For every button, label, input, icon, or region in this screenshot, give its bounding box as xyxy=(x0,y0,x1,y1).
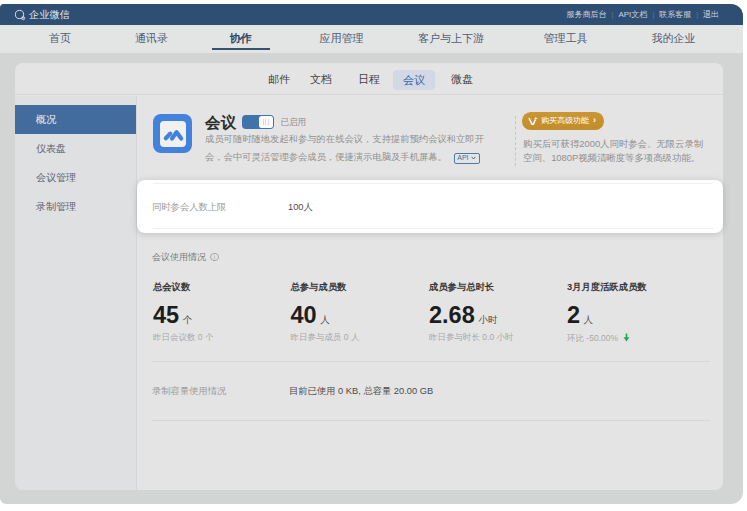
admin-window: 企业微信 服务商后台 | API文档 | 联系客服 | 退出 首页 通讯录 协作… xyxy=(0,4,743,504)
nav-item-company[interactable]: 我的企业 xyxy=(652,32,696,44)
topbar-link-api-docs[interactable]: API文档 xyxy=(618,9,647,20)
stat-value: 2 xyxy=(567,302,580,328)
stat-number-row: 2人 xyxy=(567,303,593,327)
feature-tabs: 邮件 文档 日程 会议 微盘 xyxy=(15,63,723,95)
tab-docs[interactable]: 文档 xyxy=(310,74,332,85)
topbar-separator: | xyxy=(652,11,654,18)
stat-total-meetings: 总会议数 45个 昨日会议数 0 个 xyxy=(153,282,285,292)
stat-number-row: 40人 xyxy=(291,303,330,327)
nav-item-customers[interactable]: 客户与上下游 xyxy=(418,32,484,44)
app-status-label: 已启用 xyxy=(281,118,307,127)
brand: 企业微信 xyxy=(14,4,70,25)
stat-value: 40 xyxy=(291,302,317,328)
section-divider xyxy=(152,420,710,421)
toggle-knob xyxy=(259,116,273,128)
sidebar-item-meeting-mgmt[interactable]: 会议管理 xyxy=(15,163,136,192)
stat-monthly-active: 3月月度活跃成员数 2人 环比 -50.00% xyxy=(567,282,699,292)
screenshot-stage: 企业微信 服务商后台 | API文档 | 联系客服 | 退出 首页 通讯录 协作… xyxy=(0,0,747,511)
stat-label: 总会议数 xyxy=(153,282,285,292)
stat-value: 2.68 xyxy=(429,302,475,328)
chevron-right-icon: › xyxy=(593,116,596,125)
tab-mail[interactable]: 邮件 xyxy=(268,74,290,85)
sidebar-spacer xyxy=(15,96,136,105)
usage-section-title: 会议使用情况 i xyxy=(152,252,219,262)
premium-description: 购买后可获得2000人同时参会、无限云录制 空间、1080P视频清晰度等多项高级… xyxy=(523,137,723,166)
nav-item-tools[interactable]: 管理工具 xyxy=(544,32,588,44)
buy-premium-button[interactable]: 购买高级功能 › xyxy=(522,112,604,130)
topbar-link-logout[interactable]: 退出 xyxy=(703,9,719,20)
meeting-glyph-icon xyxy=(153,114,192,153)
stat-unit: 人 xyxy=(584,314,594,325)
section-divider xyxy=(152,361,710,362)
usage-title-text: 会议使用情况 xyxy=(152,252,206,262)
api-dropdown-button[interactable]: API xyxy=(454,153,480,164)
row-bottom-border-line xyxy=(153,228,713,229)
stat-label: 3月月度活跃成员数 xyxy=(567,282,699,292)
limit-row-label: 同时参会人数上限 xyxy=(152,202,226,212)
meeting-app-icon xyxy=(153,114,192,153)
limit-row-value: 100人 xyxy=(288,202,313,212)
topbar-link-provider[interactable]: 服务商后台 xyxy=(567,9,607,20)
stat-unit: 个 xyxy=(183,314,193,325)
api-button-label: API xyxy=(457,154,468,161)
sidebar: 概况 仪表盘 会议管理 录制管理 xyxy=(15,96,137,490)
info-icon[interactable]: i xyxy=(210,253,219,262)
brand-name: 企业微信 xyxy=(29,8,70,22)
nav-item-collaboration[interactable]: 协作 xyxy=(230,32,252,44)
stat-label: 成员参与总时长 xyxy=(429,282,561,292)
stat-unit: 小时 xyxy=(478,314,497,325)
topbar-link-support[interactable]: 联系客服 xyxy=(659,9,691,20)
stat-value: 45 xyxy=(153,302,179,328)
stat-number-row: 45 个 xyxy=(153,303,192,327)
tab-calendar[interactable]: 日程 xyxy=(358,74,380,85)
tab-meeting[interactable]: 会议 xyxy=(393,70,435,90)
tab-drive[interactable]: 微盘 xyxy=(451,74,473,85)
stat-number-row: 2.68小时 xyxy=(429,303,497,327)
sidebar-item-dashboard[interactable]: 仪表盘 xyxy=(15,134,136,163)
wework-logo-icon xyxy=(14,9,26,21)
vertical-dashed-divider xyxy=(515,116,516,166)
premium-v-icon xyxy=(528,116,538,126)
content-panel: 邮件 文档 日程 会议 微盘 概况 仪表盘 会议管理 录制管理 xyxy=(15,63,723,490)
topbar-links: 服务商后台 | API文档 | 联系客服 | 退出 xyxy=(567,4,719,25)
sidebar-item-recording-mgmt[interactable]: 录制管理 xyxy=(15,192,136,221)
stat-sub: 昨日会议数 0 个 xyxy=(153,333,213,342)
buy-premium-label: 购买高级功能 xyxy=(541,115,589,126)
stat-total-duration: 成员参与总时长 2.68小时 昨日参与时长 0.0 小时 xyxy=(429,282,561,292)
nav-item-apps[interactable]: 应用管理 xyxy=(320,32,364,44)
stat-label: 总参与成员数 xyxy=(291,282,423,292)
stat-unit: 人 xyxy=(320,314,330,325)
premium-description-line1: 购买后可获得2000人同时参会、无限云录制 xyxy=(523,137,723,152)
recording-usage-value: 目前已使用 0 KB, 总容量 20.00 GB xyxy=(289,386,433,396)
app-description-line2: 会，会中可灵活管理参会成员，便捷演示电脑及手机屏幕。 API xyxy=(205,148,497,166)
chevron-down-icon xyxy=(471,156,476,160)
sidebar-item-overview[interactable]: 概况 xyxy=(15,105,136,134)
app-description-line2-text: 会，会中可灵活管理参会成员，便捷演示电脑及手机屏幕。 xyxy=(205,152,447,162)
app-description-line1: 成员可随时随地发起和参与的在线会议，支持提前预约会议和立即开 xyxy=(205,130,497,148)
row-top-border-line xyxy=(153,183,713,184)
nav-item-contacts[interactable]: 通讯录 xyxy=(135,32,168,44)
stat-sub: 昨日参与成员 0 人 xyxy=(291,333,360,342)
app-enabled-toggle[interactable] xyxy=(242,115,274,130)
trend-down-arrow-icon xyxy=(623,333,630,342)
main-nav: 首页 通讯录 协作 应用管理 客户与上下游 管理工具 我的企业 xyxy=(0,25,743,53)
stat-sub: 环比 -50.00% xyxy=(567,333,630,343)
stat-total-participants: 总参与成员数 40人 昨日参与成员 0 人 xyxy=(291,282,423,292)
topbar-separator: | xyxy=(612,11,614,18)
stat-sub: 昨日参与时长 0.0 小时 xyxy=(429,333,514,342)
app-title: 会议 xyxy=(205,115,236,131)
nav-item-home[interactable]: 首页 xyxy=(49,32,71,44)
recording-usage-label: 录制容量使用情况 xyxy=(152,386,226,396)
app-description: 成员可随时随地发起和参与的在线会议，支持提前预约会议和立即开 会，会中可灵活管理… xyxy=(205,130,497,166)
stat-sub-text: 环比 -50.00% xyxy=(567,333,618,343)
topbar: 企业微信 服务商后台 | API文档 | 联系客服 | 退出 xyxy=(0,4,743,25)
topbar-separator: | xyxy=(696,11,698,18)
premium-description-line2: 空间、1080P视频清晰度等多项高级功能。 xyxy=(523,151,723,166)
